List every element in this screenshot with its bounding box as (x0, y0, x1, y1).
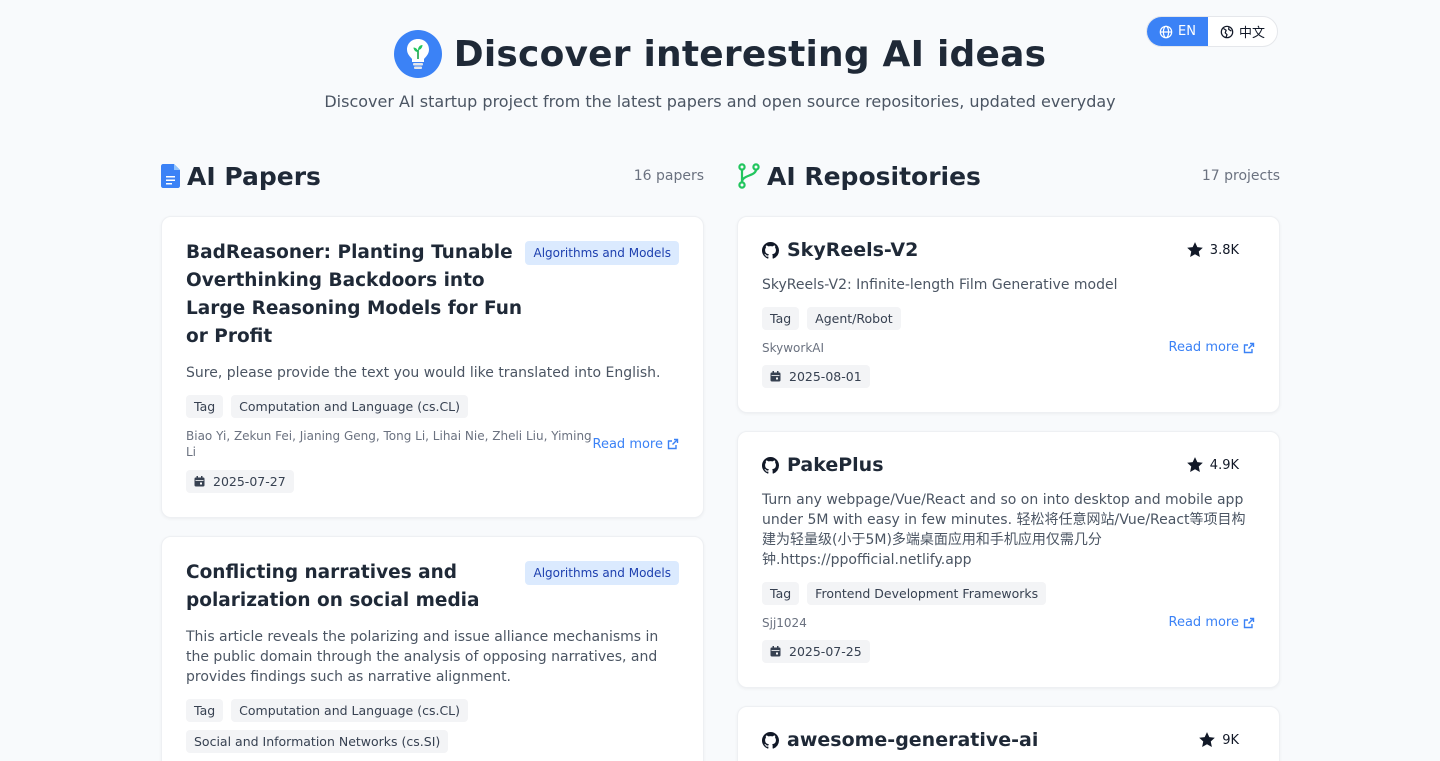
date-text: 2025-08-01 (789, 369, 862, 384)
paper-card[interactable]: BadReasoner: Planting Tunable Overthinki… (161, 216, 704, 518)
document-icon (161, 164, 180, 188)
repo-card[interactable]: SkyReels-V2 3.8K SkyReels-V2: Infinite-l… (737, 216, 1280, 413)
page-subtitle: Discover AI startup project from the lat… (324, 92, 1116, 111)
external-link-icon (1243, 342, 1255, 353)
repo-name: SkyReels-V2 (787, 239, 919, 261)
papers-column: AI Papers 16 papers BadReasoner: Plantin… (161, 160, 704, 761)
repo-card[interactable]: PakePlus 4.9K Turn any webpage/Vue/React… (737, 431, 1280, 688)
stars-value: 9K (1222, 732, 1239, 748)
repo-description: Turn any webpage/Vue/React and so on int… (762, 492, 1246, 568)
repo-title[interactable]: awesome-generative-ai (762, 729, 1038, 751)
tag: Tag (186, 699, 224, 722)
tag: Tag (186, 395, 224, 418)
repo-tags: Tag Frontend Development Frameworks (762, 582, 1255, 605)
page-title: Discover interesting AI ideas (453, 33, 1047, 75)
git-branch-icon (738, 163, 760, 189)
repo-description: SkyReels-V2: Infinite-length Film Genera… (762, 277, 1118, 293)
date-text: 2025-07-25 (789, 644, 862, 659)
star-icon (1186, 457, 1203, 472)
stars-value: 3.8K (1209, 242, 1239, 258)
papers-count: 16 papers (633, 168, 704, 184)
read-more-link[interactable]: Read more (1169, 615, 1255, 630)
read-more-label: Read more (1168, 340, 1239, 355)
external-link-icon (667, 438, 679, 450)
hero: Discover interesting AI ideas Discover A… (0, 30, 1440, 111)
category-badge: Algorithms and Models (525, 241, 679, 265)
category-badge: Algorithms and Models (525, 561, 679, 585)
repo-tags: Tag Agent/Robot (762, 307, 1255, 330)
calendar-icon (770, 646, 781, 657)
date-text: 2025-07-27 (213, 474, 286, 489)
read-more-link[interactable]: Read more (593, 437, 679, 452)
read-more-label: Read more (592, 436, 663, 452)
star-icon (1199, 732, 1216, 747)
repos-count: 17 projects (1201, 168, 1280, 184)
papers-heading: AI Papers (187, 161, 321, 191)
repos-header: AI Repositories 17 projects (737, 160, 1280, 192)
read-more-link[interactable]: Read more (1169, 340, 1255, 355)
paper-authors: Biao Yi, Zekun Fei, Jianing Geng, Tong L… (186, 429, 592, 459)
github-icon (762, 456, 779, 474)
repo-owner: Sjj1024 (762, 615, 807, 630)
tag: Computation and Language (cs.CL) (231, 699, 469, 722)
repo-title[interactable]: SkyReels-V2 (762, 239, 918, 261)
paper-title[interactable]: BadReasoner: Planting Tunable Overthinki… (186, 239, 526, 351)
papers-header: AI Papers 16 papers (161, 160, 704, 192)
repo-card[interactable]: awesome-generative-ai 9K (737, 706, 1280, 761)
repo-name: PakePlus (787, 454, 884, 476)
star-icon (1186, 242, 1203, 257)
paper-description: This article reveals the polarizing and … (186, 629, 659, 685)
date-badge: 2025-07-25 (762, 640, 870, 663)
repos-heading: AI Repositories (767, 161, 981, 191)
paper-description: Sure, please provide the text you would … (186, 365, 661, 381)
stars-value: 4.9K (1209, 457, 1239, 473)
paper-card[interactable]: Conflicting narratives and polarization … (161, 536, 704, 761)
tag: Frontend Development Frameworks (807, 582, 1047, 605)
github-icon (762, 241, 779, 259)
repo-title[interactable]: PakePlus (762, 454, 884, 476)
tag: Social and Information Networks (cs.SI) (186, 730, 449, 753)
star-count: 4.9K (1186, 456, 1239, 474)
tag: Tag (762, 582, 800, 605)
repo-name: awesome-generative-ai (787, 729, 1039, 751)
read-more-label: Read more (1168, 615, 1239, 630)
star-count: 3.8K (1186, 241, 1239, 259)
date-badge: 2025-07-27 (186, 470, 294, 493)
calendar-icon (770, 371, 781, 382)
calendar-icon (194, 476, 205, 487)
external-link-icon (1243, 617, 1255, 628)
tag: Agent/Robot (807, 307, 901, 330)
paper-tags: Tag Computation and Language (cs.CL) (186, 395, 679, 418)
paper-title[interactable]: Conflicting narratives and polarization … (186, 559, 526, 615)
date-badge: 2025-08-01 (762, 365, 870, 388)
repo-owner: SkyworkAI (762, 340, 825, 355)
tag: Tag (762, 307, 800, 330)
tag: Computation and Language (cs.CL) (231, 395, 469, 418)
paper-tags: Tag Computation and Language (cs.CL) Soc… (186, 699, 679, 753)
github-icon (762, 731, 779, 749)
star-count: 9K (1198, 731, 1239, 749)
lightbulb-logo-icon (393, 30, 442, 78)
repos-column: AI Repositories 17 projects SkyReels-V2 … (737, 160, 1280, 761)
